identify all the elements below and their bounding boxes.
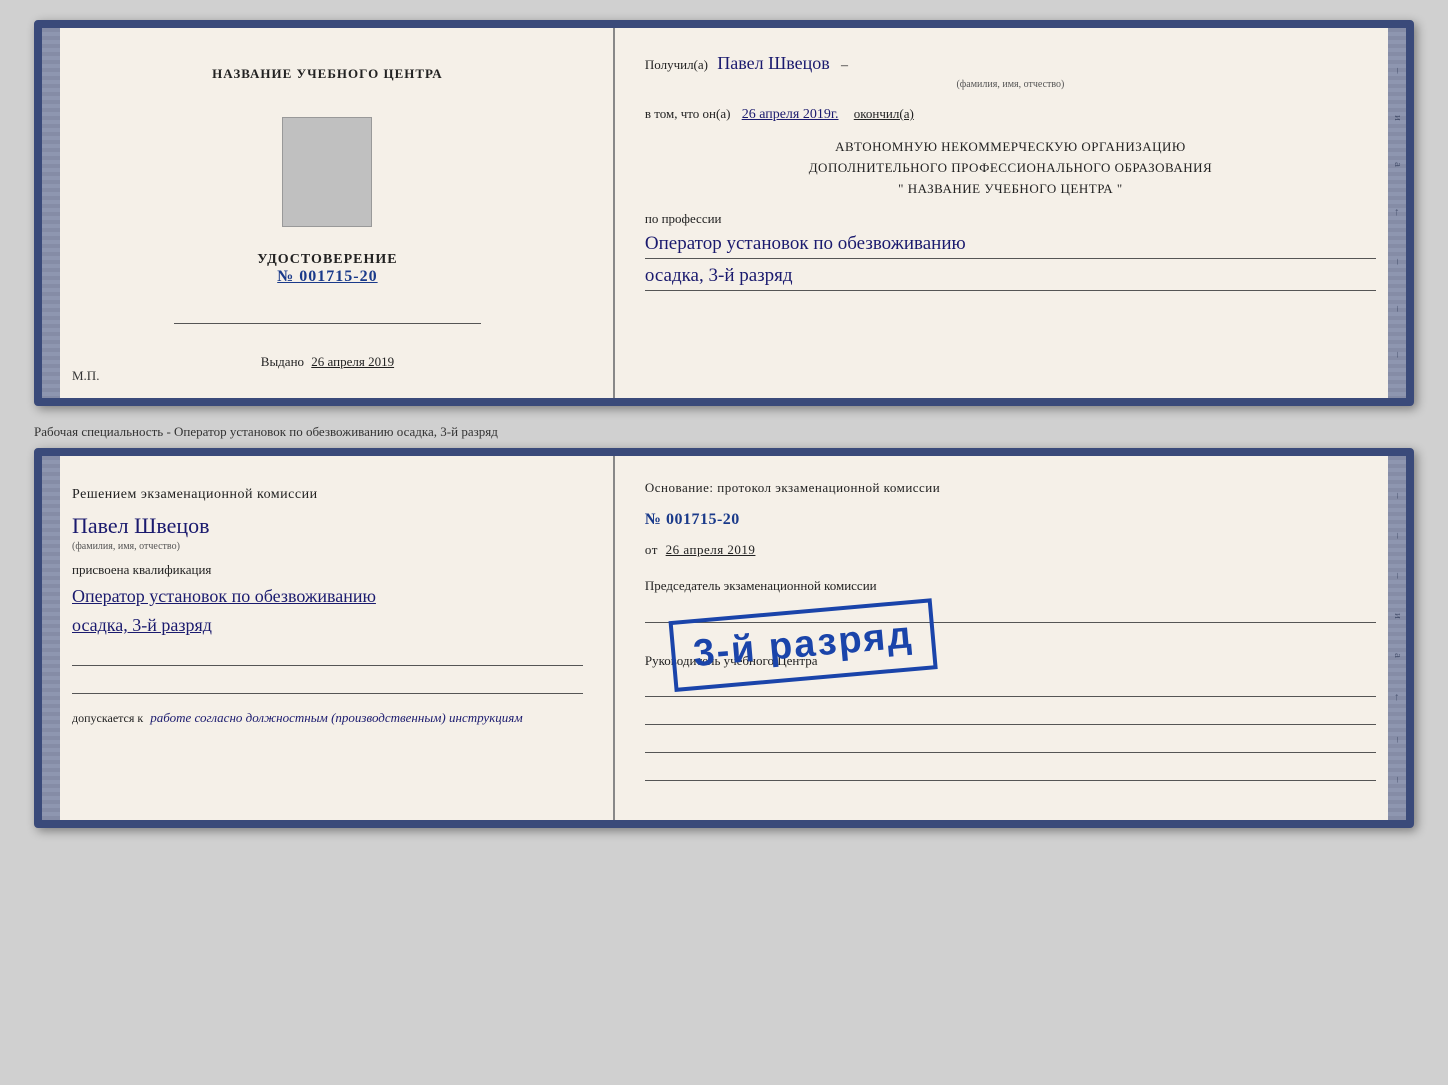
dopuskaetsya: допускается к работе согласно должностны… bbox=[72, 710, 583, 726]
ot-date: 26 апреля 2019 bbox=[666, 542, 756, 557]
right-sign-line-3 bbox=[645, 707, 1376, 725]
vtom-label: в том, что он(а) bbox=[645, 106, 731, 121]
right-sign-line-4 bbox=[645, 735, 1376, 753]
right-side-lines-2 bbox=[645, 679, 1376, 781]
komissia-title: Решением экзаменационной комиссии bbox=[72, 484, 583, 505]
poluchil-label: Получил(а) bbox=[645, 57, 708, 72]
spine-right-2 bbox=[1388, 456, 1406, 820]
doc2-left: Решением экзаменационной комиссии Павел … bbox=[42, 456, 615, 820]
speciality-note: Рабочая специальность - Оператор установ… bbox=[34, 424, 1414, 440]
sign-line-2b bbox=[72, 676, 583, 694]
kvalif-line2: осадка, 3-й разряд bbox=[72, 613, 583, 638]
org-line2: ДОПОЛНИТЕЛЬНОГО ПРОФЕССИОНАЛЬНОГО ОБРАЗО… bbox=[645, 158, 1376, 179]
vtom-line: в том, что он(а) 26 апреля 2019г. окончи… bbox=[645, 104, 1376, 125]
dopuskaetsya-val: работе согласно должностным (производств… bbox=[150, 710, 522, 725]
ot-date-block: от 26 апреля 2019 bbox=[645, 540, 1376, 561]
udostoverenie-title: УДОСТОВЕРЕНИЕ bbox=[257, 252, 397, 268]
osnovanie-label: Основание: протокол экзаменационной коми… bbox=[645, 478, 1376, 499]
okonchil-label: окончил(а) bbox=[854, 106, 914, 121]
right-sign-line-5 bbox=[645, 763, 1376, 781]
ot-label: от bbox=[645, 542, 658, 557]
profession-value: Оператор установок по обезвоживанию bbox=[645, 231, 1376, 259]
doc1-right: Получил(а) Павел Швецов – (фамилия, имя,… bbox=[615, 28, 1406, 398]
osnovanie-block: Основание: протокол экзаменационной коми… bbox=[645, 478, 1376, 561]
vydano-date: 26 апреля 2019 bbox=[311, 354, 394, 369]
photo-placeholder bbox=[282, 117, 372, 227]
org-line1: АВТОНОМНУЮ НЕКОММЕРЧЕСКУЮ ОРГАНИЗАЦИЮ bbox=[645, 137, 1376, 158]
vydano-label: Выдано bbox=[261, 354, 304, 369]
sign-lines-2 bbox=[72, 648, 583, 694]
chairman-label: Председатель экзаменационной комиссии bbox=[645, 577, 1376, 595]
doc1-center-title: НАЗВАНИЕ УЧЕБНОГО ЦЕНТРА bbox=[212, 66, 443, 82]
razryad-value: осадка, 3-й разряд bbox=[645, 263, 1376, 291]
fio-hint-2: (фамилия, имя, отчество) bbox=[72, 541, 583, 552]
spine-right bbox=[1388, 28, 1406, 398]
sign-line-2a bbox=[72, 648, 583, 666]
sign-line-1 bbox=[174, 306, 481, 324]
document-1: НАЗВАНИЕ УЧЕБНОГО ЦЕНТРА УДОСТОВЕРЕНИЕ №… bbox=[34, 20, 1414, 406]
stamp-text: 3-й разряд bbox=[692, 614, 915, 676]
prisvoena: присвоена квалификация bbox=[72, 562, 583, 578]
udostoverenie-number: № 001715-20 bbox=[257, 268, 397, 286]
vydano-line: Выдано 26 апреля 2019 bbox=[261, 354, 394, 370]
mp-text: М.П. bbox=[72, 368, 99, 384]
person-name: Павел Швецов bbox=[72, 513, 583, 539]
dopuskaetsya-label: допускается к bbox=[72, 711, 143, 725]
po-professii: по профессии bbox=[645, 211, 1376, 227]
page-wrapper: НАЗВАНИЕ УЧЕБНОГО ЦЕНТРА УДОСТОВЕРЕНИЕ №… bbox=[34, 20, 1414, 828]
document-2: Решением экзаменационной комиссии Павел … bbox=[34, 448, 1414, 828]
doc1-left: НАЗВАНИЕ УЧЕБНОГО ЦЕНТРА УДОСТОВЕРЕНИЕ №… bbox=[42, 28, 615, 398]
vtom-date: 26 апреля 2019г. bbox=[742, 107, 839, 122]
poluchil-line: Получил(а) Павел Швецов – (фамилия, имя,… bbox=[645, 50, 1376, 92]
poluchil-name: Павел Швецов bbox=[717, 53, 830, 73]
org-line3: " НАЗВАНИЕ УЧЕБНОГО ЦЕНТРА " bbox=[645, 179, 1376, 200]
org-block: АВТОНОМНУЮ НЕКОММЕРЧЕСКУЮ ОРГАНИЗАЦИЮ ДО… bbox=[645, 137, 1376, 199]
fio-hint: (фамилия, имя, отчество) bbox=[645, 77, 1376, 92]
udostoverenie-block: УДОСТОВЕРЕНИЕ № 001715-20 bbox=[257, 252, 397, 286]
protocol-number: № 001715-20 bbox=[645, 507, 1376, 533]
kvalif-line1: Оператор установок по обезвоживанию bbox=[72, 584, 583, 609]
